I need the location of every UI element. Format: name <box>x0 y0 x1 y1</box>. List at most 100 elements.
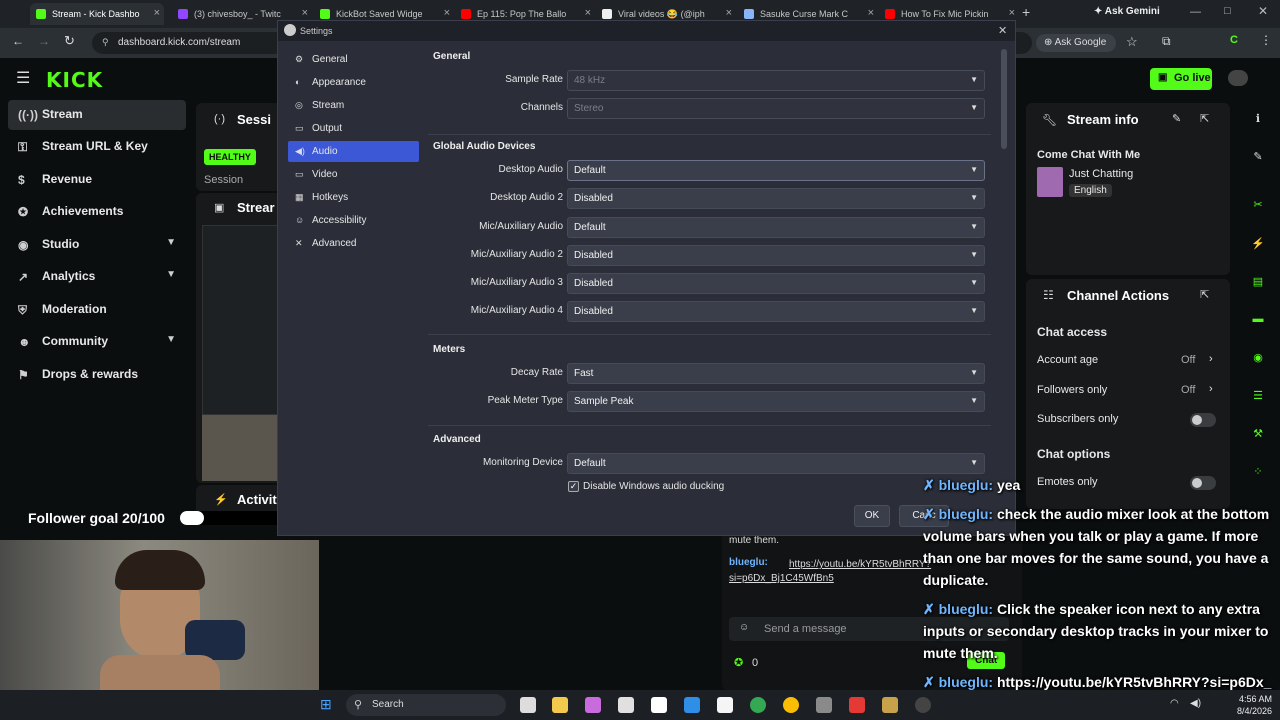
ask-google-label: Ask Google <box>1054 37 1107 48</box>
volume-icon[interactable]: ◀) <box>1190 698 1201 709</box>
youtube-app-icon[interactable] <box>849 697 865 713</box>
chrome-icon[interactable] <box>750 697 766 713</box>
sidebar-item-moderation[interactable]: ⛨ Moderation <box>8 295 186 325</box>
file-explorer-icon[interactable] <box>552 697 568 713</box>
go-live-button[interactable]: ▣ Go live <box>1150 68 1212 90</box>
minimize-icon[interactable]: — <box>1190 6 1201 18</box>
mic-aux-select[interactable]: Default ▼ <box>567 217 985 238</box>
user-avatar[interactable] <box>1228 70 1248 86</box>
kick-logo[interactable]: KICK <box>46 68 103 92</box>
info-icon[interactable]: ℹ <box>1250 112 1266 128</box>
overlay-chat-username: blueglu: <box>938 477 994 493</box>
account-age-value[interactable]: Off <box>1181 354 1195 366</box>
new-tab-icon[interactable]: + <box>1022 4 1030 20</box>
desktop-audio-2-select[interactable]: Disabled ▼ <box>567 188 985 209</box>
sidebar-item-stream[interactable]: ((·)) Stream <box>8 100 186 130</box>
extensions-icon[interactable]: ⧉ <box>1162 34 1171 49</box>
mic-aux-2-select[interactable]: Disabled ▼ <box>567 245 985 266</box>
close-tab-icon[interactable]: × <box>585 7 591 19</box>
taskbar-search[interactable]: ⚲ Search <box>346 694 506 716</box>
taskbar-clock[interactable]: 4:56 AM 8/4/2026 <box>1224 693 1272 717</box>
decay-rate-select[interactable]: Fast ▼ <box>567 363 985 384</box>
settings-scrollbar[interactable] <box>1001 49 1007 149</box>
profile-avatar[interactable]: C <box>1230 34 1238 46</box>
close-window-icon[interactable]: ✕ <box>1258 4 1268 18</box>
chevron-right-icon[interactable]: › <box>1209 383 1213 395</box>
close-tab-icon[interactable]: × <box>302 7 308 19</box>
ask-google-button[interactable]: ⊕ Ask Google <box>1036 34 1116 52</box>
followers-only-value[interactable]: Off <box>1181 384 1195 396</box>
broadcast-icon[interactable]: ◉ <box>1250 351 1266 367</box>
popout-icon[interactable]: ⇱ <box>1200 288 1209 301</box>
capcut-icon[interactable] <box>651 697 667 713</box>
tab-title: KickBot Saved Widge <box>336 9 423 19</box>
browser-tab-kick-dashboard[interactable]: Stream - Kick Dashbo × <box>30 3 164 25</box>
sidebar-item-drops-rewards[interactable]: ⚑ Drops & rewards <box>8 360 186 390</box>
hamburger-menu-icon[interactable]: ☰ <box>16 68 30 88</box>
close-tab-icon[interactable]: × <box>726 7 732 19</box>
close-tab-icon[interactable]: × <box>868 7 874 19</box>
windows-start-icon[interactable]: ⊞ <box>320 696 332 713</box>
ducking-checkbox[interactable]: ✓ <box>568 481 579 492</box>
list-icon[interactable]: ☰ <box>1250 389 1266 405</box>
close-tab-icon[interactable]: × <box>444 7 450 19</box>
sidebar-item-community[interactable]: ☻ Community ▼ <box>8 327 186 357</box>
settings-icon[interactable] <box>816 697 832 713</box>
close-tab-icon[interactable]: × <box>1009 7 1015 19</box>
reload-icon[interactable]: ↻ <box>64 33 75 49</box>
peak-meter-select[interactable]: Sample Peak ▼ <box>567 391 985 412</box>
ok-button[interactable]: OK <box>854 505 890 527</box>
emote-icon[interactable]: ☺ <box>739 622 749 633</box>
close-tab-icon[interactable]: × <box>154 7 160 19</box>
obs-nav-output[interactable]: ▭ Output <box>288 118 419 139</box>
back-icon[interactable]: ← <box>12 34 24 48</box>
chevron-right-icon[interactable]: › <box>1209 353 1213 365</box>
store-icon[interactable] <box>618 697 634 713</box>
monitoring-device-select[interactable]: Default ▼ <box>567 453 985 474</box>
copilot-icon[interactable] <box>585 697 601 713</box>
subscribers-only-toggle[interactable] <box>1190 413 1216 427</box>
edge-icon[interactable] <box>684 697 700 713</box>
edit-icon[interactable]: ✎ <box>1172 112 1181 125</box>
obs-icon[interactable] <box>915 697 931 713</box>
obs-nav-audio[interactable]: ◀) Audio <box>288 141 419 162</box>
chevron-down-icon[interactable]: ▼ <box>166 269 176 280</box>
advanced-icon: ✕ <box>295 238 303 248</box>
overlay-chat-message: ✗ blueglu: yea <box>923 474 1275 496</box>
chrome-canary-icon[interactable] <box>783 697 799 713</box>
bookmark-star-icon[interactable]: ☆ <box>1126 34 1138 50</box>
sidebar-item-stream-url-key[interactable]: ⚿ Stream URL & Key <box>8 132 186 162</box>
document-icon[interactable]: ▤ <box>1250 275 1266 291</box>
chevron-down-icon[interactable]: ▼ <box>166 334 176 345</box>
tools-icon[interactable]: ⚒ <box>1250 427 1266 443</box>
sidebar-item-achievements[interactable]: ✪ Achievements <box>8 197 186 227</box>
chevron-down-icon[interactable]: ▼ <box>166 237 176 248</box>
notepad-icon[interactable] <box>717 697 733 713</box>
pencil-icon[interactable]: ✎ <box>1250 150 1266 166</box>
site-info-icon[interactable]: ⚲ <box>102 37 109 48</box>
chat-link[interactable]: https://youtu.be/kYR5tvBhRRY?si=p6Dx_Bj1… <box>729 558 949 586</box>
sidebar-item-studio[interactable]: ◉ Studio ▼ <box>8 230 186 260</box>
sidebar-item-analytics[interactable]: ↗ Analytics ▼ <box>8 262 186 292</box>
obs-nav-general[interactable]: ⚙ General <box>288 49 419 70</box>
mic-aux-4-select[interactable]: Disabled ▼ <box>567 301 985 322</box>
twitch-favicon-icon <box>178 9 188 19</box>
clip-icon[interactable]: ✂ <box>1250 198 1266 214</box>
task-view-icon[interactable] <box>520 697 536 713</box>
overlay-chat-username: blueglu: <box>938 506 994 522</box>
chat-bubble-icon[interactable]: ▬ <box>1250 313 1266 329</box>
mic-aux-3-select[interactable]: Disabled ▼ <box>567 273 985 294</box>
webcam-overlay <box>0 540 319 690</box>
desktop-audio-select[interactable]: Default ▼ <box>567 160 985 181</box>
overlay-chat-message: ✗ blueglu: Click the speaker icon next t… <box>923 598 1275 664</box>
wifi-icon[interactable]: ◠ <box>1170 698 1179 709</box>
league-icon[interactable] <box>882 697 898 713</box>
lightning-icon[interactable]: ⚡ <box>1250 237 1266 253</box>
close-icon[interactable]: ✕ <box>998 24 1007 37</box>
menu-more-icon[interactable]: ⋮ <box>1260 33 1272 47</box>
ask-gemini-button[interactable]: ✦ Ask Gemini <box>1086 3 1166 23</box>
forward-icon[interactable]: → <box>38 34 50 48</box>
sidebar-item-revenue[interactable]: $ Revenue <box>8 165 186 195</box>
popout-icon[interactable]: ⇱ <box>1200 112 1209 125</box>
maximize-icon[interactable]: □ <box>1224 5 1231 17</box>
